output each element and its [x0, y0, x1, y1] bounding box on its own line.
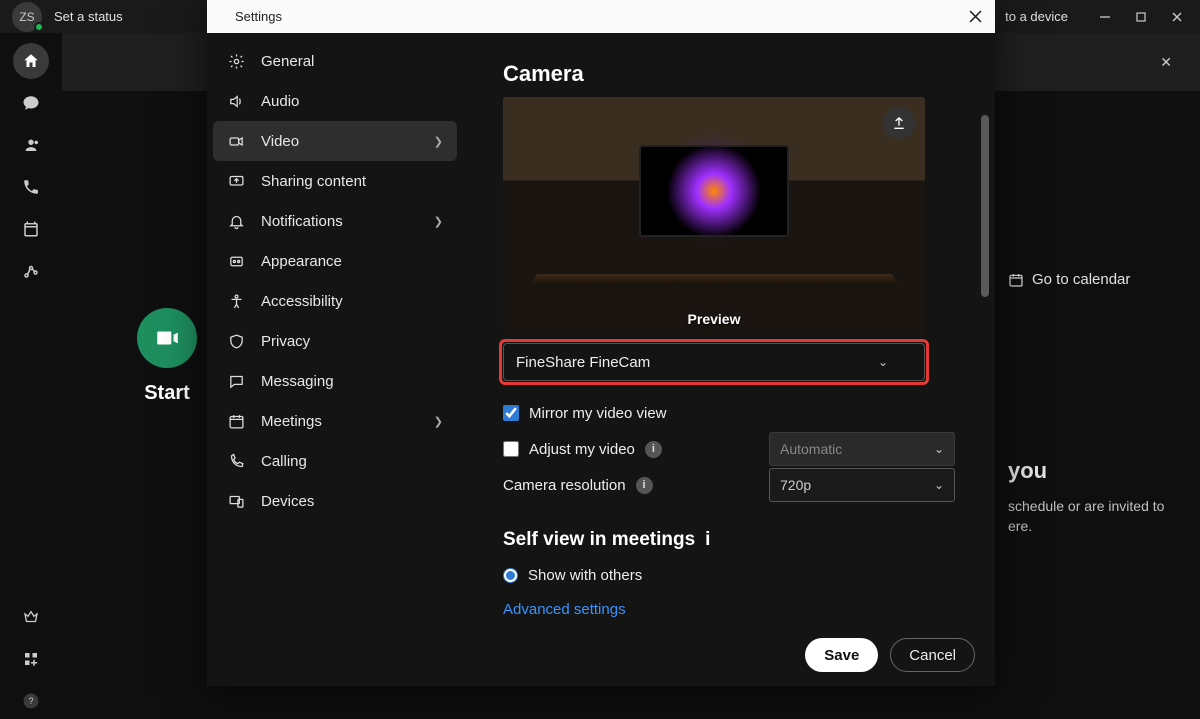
category-privacy[interactable]: Privacy	[213, 321, 457, 361]
shield-icon	[227, 333, 245, 350]
preview-label: Preview	[688, 311, 741, 327]
camera-section-heading: Camera	[503, 61, 955, 87]
category-video[interactable]: Video❯	[213, 121, 457, 161]
info-icon[interactable]: i	[636, 477, 653, 494]
devices-icon	[227, 493, 245, 510]
presence-indicator	[34, 22, 44, 32]
chat-icon	[227, 373, 245, 390]
scrollbar-thumb[interactable]	[981, 115, 989, 297]
camera-device-value: FineShare FineCam	[516, 354, 650, 371]
adjust-video-checkbox[interactable]	[503, 441, 519, 457]
category-sharing[interactable]: Sharing content	[213, 161, 457, 201]
category-accessibility[interactable]: Accessibility	[213, 281, 457, 321]
dismiss-banner-button[interactable]: ✕	[1160, 54, 1172, 71]
info-icon[interactable]: i	[645, 441, 662, 458]
category-general[interactable]: General	[213, 41, 457, 81]
go-to-calendar-link[interactable]: Go to calendar	[1008, 271, 1172, 288]
rail-apps-button[interactable]	[13, 641, 49, 677]
chevron-down-icon: ⌄	[934, 442, 944, 456]
camera-preview: Preview	[503, 97, 925, 335]
share-icon	[891, 115, 907, 131]
start-label: Start	[144, 382, 190, 405]
rail-activity-button[interactable]	[13, 253, 49, 289]
chevron-right-icon: ❯	[434, 415, 443, 428]
category-notifications[interactable]: Notifications❯	[213, 201, 457, 241]
calendar-icon	[1008, 272, 1024, 288]
category-meetings[interactable]: Meetings❯	[213, 401, 457, 441]
settings-category-list: General Audio Video❯ Sharing content Not…	[207, 33, 463, 686]
device-hint: to a device	[1005, 9, 1068, 24]
rail-home-button[interactable]	[13, 43, 49, 79]
bell-icon	[227, 213, 245, 230]
save-button[interactable]: Save	[805, 638, 878, 672]
category-devices[interactable]: Devices	[213, 481, 457, 521]
settings-footer: Save Cancel	[463, 624, 995, 686]
preview-monitor-graphic	[639, 145, 789, 237]
category-audio[interactable]: Audio	[213, 81, 457, 121]
mirror-video-label: Mirror my video view	[529, 405, 667, 422]
self-view-show-label: Show with others	[528, 567, 642, 584]
video-icon	[227, 133, 245, 150]
info-icon[interactable]: i	[705, 529, 710, 551]
video-icon	[154, 325, 180, 351]
accessibility-icon	[227, 293, 245, 310]
rail-chat-button[interactable]	[13, 85, 49, 121]
rail-teams-button[interactable]	[13, 127, 49, 163]
chevron-down-icon: ⌄	[878, 355, 888, 369]
preview-share-button[interactable]	[883, 107, 915, 139]
chevron-right-icon: ❯	[434, 135, 443, 148]
speaker-icon	[227, 93, 245, 110]
window-maximize-button[interactable]	[1124, 3, 1158, 31]
chevron-right-icon: ❯	[434, 215, 443, 228]
upcoming-you-heading: you	[1008, 458, 1172, 484]
appearance-icon	[227, 253, 245, 270]
adjust-video-label: Adjust my video	[529, 441, 635, 458]
rail-calls-button[interactable]	[13, 169, 49, 205]
calendar-icon	[227, 413, 245, 430]
mirror-video-checkbox[interactable]	[503, 405, 519, 421]
chevron-down-icon: ⌄	[934, 478, 944, 492]
advanced-settings-link[interactable]: Advanced settings	[503, 601, 626, 618]
preview-desk-graphic	[530, 274, 898, 285]
cancel-button[interactable]: Cancel	[890, 638, 975, 672]
window-close-button[interactable]	[1160, 3, 1194, 31]
resolution-label: Camera resolution	[503, 477, 626, 494]
rail-calendar-button[interactable]	[13, 211, 49, 247]
content-scrollbar[interactable]	[981, 115, 989, 605]
category-calling[interactable]: Calling	[213, 441, 457, 481]
svg-text:?: ?	[28, 696, 33, 706]
camera-device-select[interactable]: FineShare FineCam ⌄	[503, 343, 925, 381]
user-avatar[interactable]: ZS	[12, 2, 42, 32]
gear-icon	[227, 53, 245, 70]
adjust-mode-select: Automatic ⌄	[769, 432, 955, 466]
category-messaging[interactable]: Messaging	[213, 361, 457, 401]
self-view-show-radio[interactable]	[503, 568, 518, 583]
settings-header: Settings	[207, 0, 995, 33]
settings-dialog: Settings General Audio Video❯ Sharing co…	[207, 0, 995, 686]
upcoming-description: schedule or are invited to ere.	[1008, 496, 1172, 537]
settings-title: Settings	[235, 9, 282, 24]
rail-premium-button[interactable]	[13, 599, 49, 635]
window-minimize-button[interactable]	[1088, 3, 1122, 31]
rail-help-button[interactable]: ?	[13, 683, 49, 719]
category-appearance[interactable]: Appearance	[213, 241, 457, 281]
self-view-heading: Self view in meetings	[503, 529, 695, 551]
phone-icon	[227, 453, 245, 470]
avatar-initials: ZS	[19, 10, 34, 24]
set-status-link[interactable]: Set a status	[54, 9, 123, 24]
resolution-select[interactable]: 720p ⌄	[769, 468, 955, 502]
nav-rail: ?	[0, 33, 62, 719]
start-meeting-button[interactable]	[137, 308, 197, 368]
settings-close-button[interactable]	[965, 7, 985, 27]
share-screen-icon	[227, 173, 245, 190]
settings-content-panel: Camera Preview FineShare FineCam ⌄	[463, 33, 995, 686]
